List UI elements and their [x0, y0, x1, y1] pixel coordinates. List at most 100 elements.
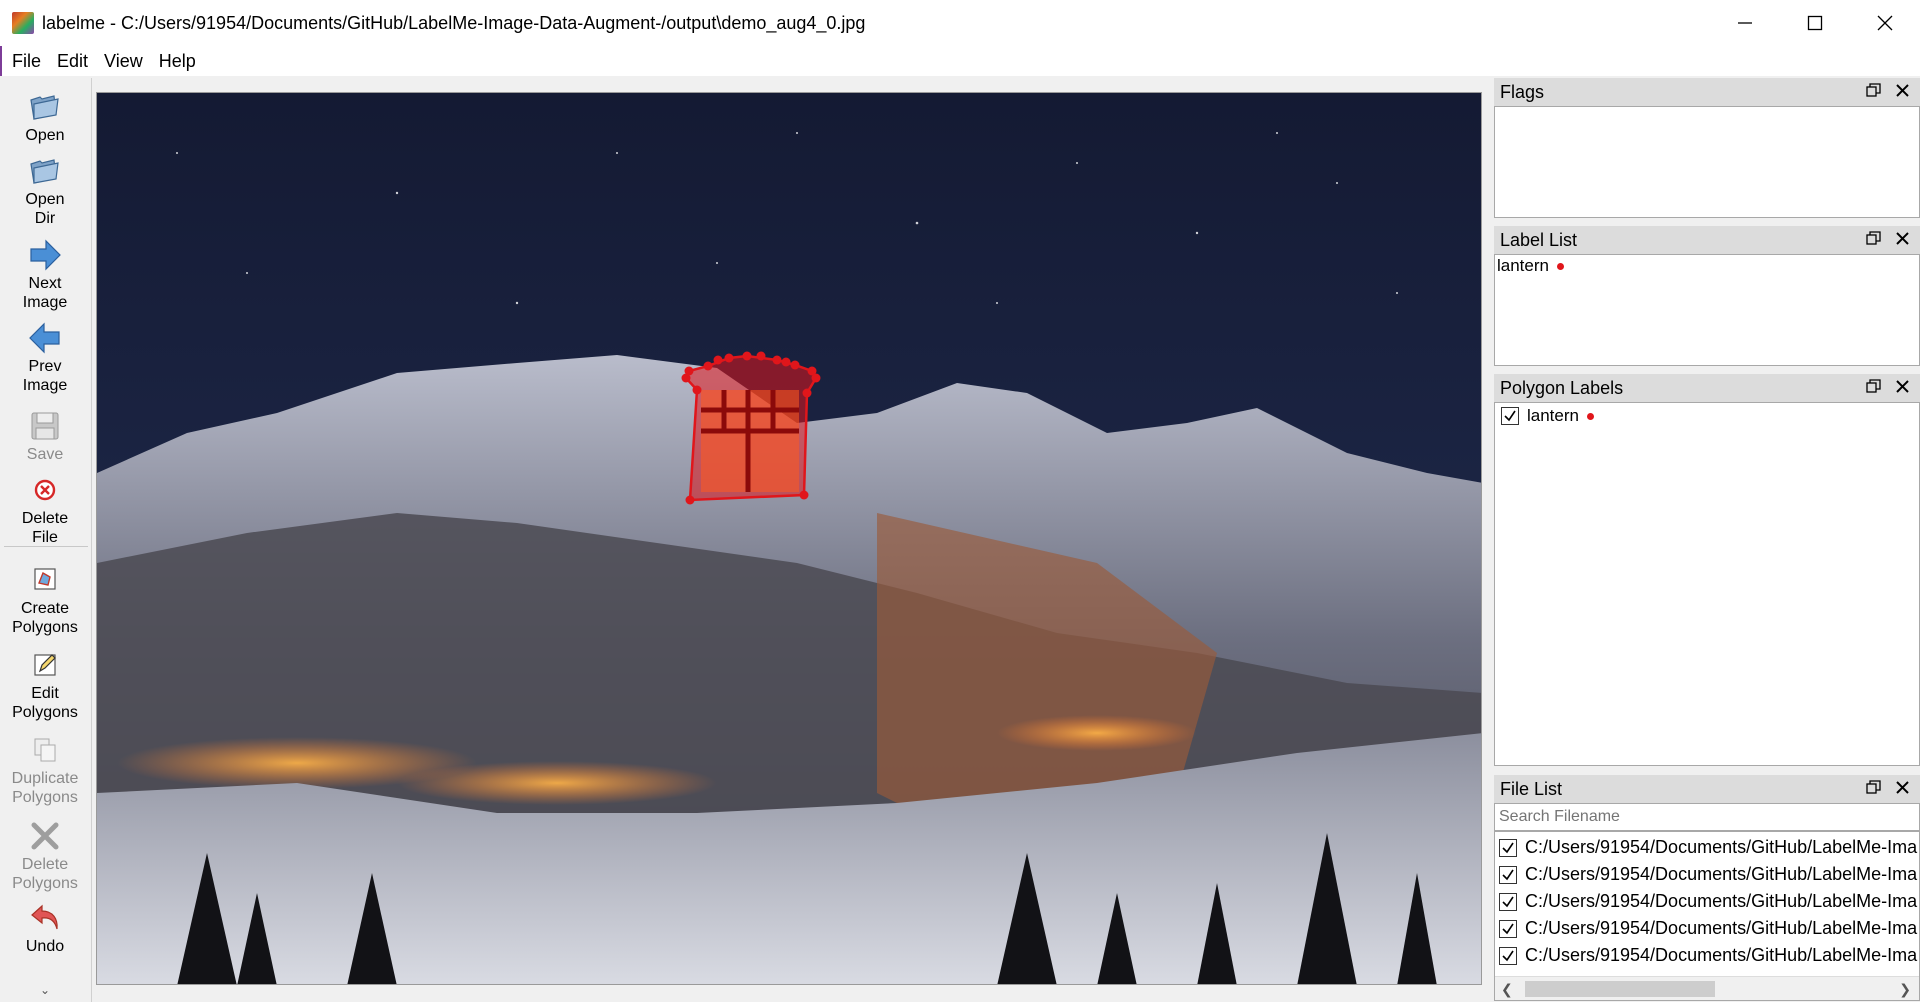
folder-open-icon: [30, 95, 59, 120]
duplicate-polygons-button[interactable]: Duplicate Polygons: [0, 733, 90, 807]
toolbar-divider: [4, 546, 88, 547]
file-list-title: File List: [1500, 778, 1563, 799]
polygon-label-item[interactable]: lantern: [1495, 403, 1919, 429]
open-button[interactable]: Open: [0, 90, 90, 145]
toolbar-more-button[interactable]: ⌄: [0, 981, 90, 1000]
file-checkbox[interactable]: [1499, 892, 1517, 911]
image-canvas[interactable]: [96, 92, 1482, 985]
close-dock-icon[interactable]: [1895, 379, 1910, 394]
menu-view[interactable]: View: [96, 51, 151, 72]
polygon-labels-title: Polygon Labels: [1500, 377, 1624, 398]
scrollbar-thumb[interactable]: [1525, 981, 1715, 997]
polygon-labels-dock-title: Polygon Labels: [1494, 374, 1920, 402]
close-dock-icon[interactable]: [1895, 231, 1910, 246]
label-list-item[interactable]: lantern: [1495, 255, 1919, 277]
maximize-button[interactable]: [1780, 0, 1850, 46]
next-image-button[interactable]: Next Image: [0, 238, 90, 312]
float-dock-icon[interactable]: [1866, 83, 1881, 98]
maximize-icon: [1807, 15, 1823, 31]
menu-bar: File Edit View Help: [0, 46, 1920, 76]
delete-file-button[interactable]: Delete File: [0, 473, 90, 547]
menu-edit[interactable]: Edit: [49, 51, 96, 72]
file-checkbox[interactable]: [1499, 838, 1517, 857]
file-list-horizontal-scrollbar[interactable]: ❮ ❯: [1495, 976, 1919, 1000]
float-dock-icon[interactable]: [1866, 379, 1881, 394]
file-list-item[interactable]: C:/Users/91954/Documents/GitHub/LabelMe-…: [1495, 942, 1919, 969]
file-checkbox[interactable]: [1499, 946, 1517, 965]
open-dir-label-line1: Open: [25, 191, 65, 208]
polygon-labels-dock: Polygon Labels lantern: [1494, 374, 1920, 766]
file-path: C:/Users/91954/Documents/GitHub/LabelMe-…: [1525, 864, 1918, 884]
delete-x-icon: [31, 822, 59, 850]
save-button[interactable]: Save: [0, 409, 90, 464]
delete-file-label-line2: File: [32, 529, 58, 546]
menu-help[interactable]: Help: [151, 51, 204, 72]
delete-polygons-label-line1: Delete: [21, 856, 69, 873]
label-list-dock: Label List lantern: [1494, 226, 1920, 366]
close-icon: [1877, 15, 1893, 31]
close-dock-icon[interactable]: [1895, 780, 1910, 795]
create-polygons-button[interactable]: Create Polygons: [0, 563, 90, 637]
duplicate-polygons-label-line1: Duplicate: [11, 770, 79, 787]
file-list-item[interactable]: C:/Users/91954/Documents/GitHub/LabelMe-…: [1495, 861, 1919, 888]
label-list-dock-title: Label List: [1494, 226, 1920, 254]
flags-dock-title: Flags: [1494, 78, 1920, 106]
annotated-image: [97, 93, 1481, 984]
scroll-left-icon[interactable]: ❮: [1501, 981, 1513, 998]
duplicate-icon: [34, 738, 56, 762]
open-dir-label-line2: Dir: [34, 210, 56, 227]
edit-pencil-icon: [34, 654, 56, 676]
file-list-dock-title: File List: [1494, 775, 1920, 803]
close-button[interactable]: [1850, 0, 1920, 46]
next-image-label-line2: Image: [22, 294, 68, 311]
edit-polygons-label-line1: Edit: [31, 685, 59, 702]
flags-list: [1494, 106, 1920, 218]
minimize-icon: [1738, 22, 1752, 24]
delete-polygons-button[interactable]: Delete Polygons: [0, 819, 90, 893]
polygon-labels-list: lantern: [1494, 402, 1920, 766]
close-dock-icon[interactable]: [1895, 83, 1910, 98]
create-polygons-label-line2: Polygons: [12, 619, 78, 636]
floppy-disk-icon: [31, 412, 59, 440]
save-label: Save: [26, 446, 64, 463]
undo-label: Undo: [25, 938, 65, 955]
menu-file[interactable]: File: [4, 51, 49, 72]
prev-image-label-line1: Prev: [28, 358, 62, 375]
edit-polygons-button[interactable]: Edit Polygons: [0, 648, 90, 722]
undo-button[interactable]: Undo: [0, 901, 90, 956]
prev-image-label-line2: Image: [22, 377, 68, 394]
checkmark-icon: [1502, 950, 1514, 961]
file-list-item[interactable]: C:/Users/91954/Documents/GitHub/LabelMe-…: [1495, 915, 1919, 942]
scroll-right-icon[interactable]: ❯: [1899, 981, 1911, 998]
arrow-right-icon: [30, 239, 61, 271]
float-dock-icon[interactable]: [1866, 780, 1881, 795]
arrow-left-icon: [29, 322, 60, 354]
polygon-label-name: lantern: [1527, 406, 1579, 425]
file-checkbox[interactable]: [1499, 865, 1517, 884]
duplicate-polygons-label-line2: Polygons: [12, 789, 78, 806]
label-color-dot: [1556, 262, 1564, 270]
flags-dock: Flags: [1494, 78, 1920, 218]
file-path: C:/Users/91954/Documents/GitHub/LabelMe-…: [1525, 837, 1918, 857]
prev-image-button[interactable]: Prev Image: [0, 321, 90, 395]
lantern-polygon[interactable]: [681, 351, 821, 505]
file-list-item[interactable]: C:/Users/91954/Documents/GitHub/LabelMe-…: [1495, 888, 1919, 915]
file-checkbox[interactable]: [1499, 919, 1517, 938]
create-polygon-icon: [34, 568, 56, 590]
labelme-app-icon: [12, 12, 34, 34]
checkmark-icon: [1502, 869, 1514, 880]
minimize-button[interactable]: [1710, 0, 1780, 46]
file-list-dock: File List C:/Users/91954/Documents/GitHu…: [1494, 775, 1920, 1001]
search-filename-input[interactable]: [1494, 803, 1920, 831]
open-dir-button[interactable]: Open Dir: [0, 154, 90, 228]
file-list-item[interactable]: C:/Users/91954/Documents/GitHub/LabelMe-…: [1495, 834, 1919, 861]
float-dock-icon[interactable]: [1866, 231, 1881, 246]
file-path: C:/Users/91954/Documents/GitHub/LabelMe-…: [1525, 945, 1918, 965]
canvas-horizontal-scrollbar[interactable]: [94, 988, 1486, 1002]
checkmark-icon: [1502, 923, 1514, 934]
flags-title: Flags: [1500, 81, 1545, 102]
polygon-visible-checkbox[interactable]: [1501, 407, 1519, 425]
polygon-color-dot: [1586, 412, 1594, 420]
label-list-title: Label List: [1500, 229, 1578, 250]
label-name: lantern: [1497, 256, 1549, 275]
